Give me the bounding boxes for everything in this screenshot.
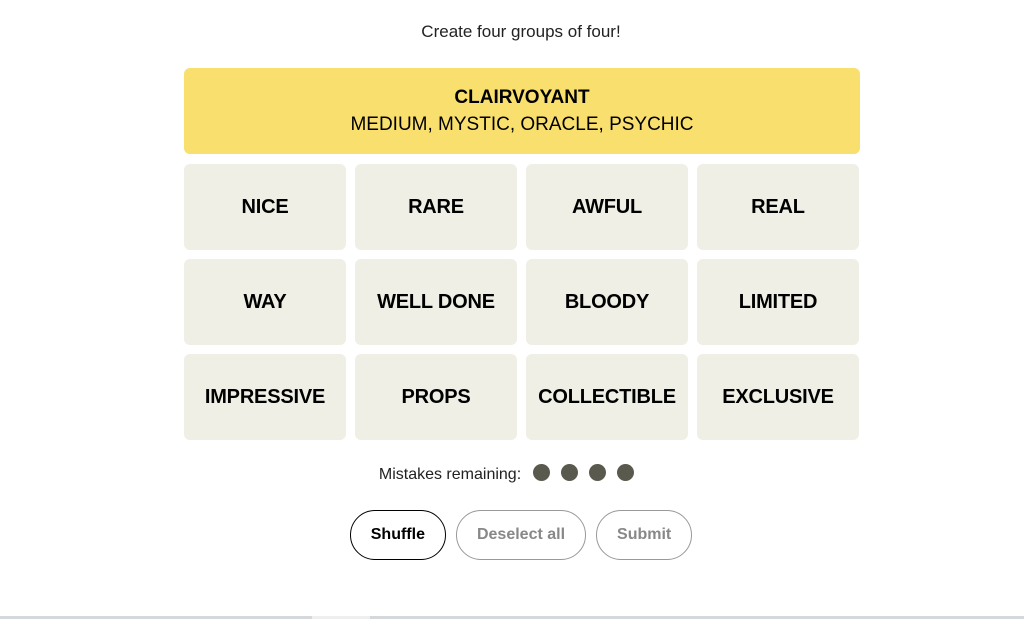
solved-group-category: CLAIRVOYANT — [454, 87, 590, 108]
word-tile[interactable]: WELL DONE — [355, 259, 517, 345]
word-tile[interactable]: WAY — [184, 259, 346, 345]
word-tile[interactable]: REAL — [697, 164, 859, 250]
mistake-dots — [533, 464, 645, 486]
mistake-dot — [589, 464, 607, 481]
word-tile[interactable]: BLOODY — [526, 259, 688, 345]
mistake-dot — [617, 464, 635, 481]
mistakes-label: Mistakes remaining: — [378, 466, 522, 483]
game-instructions: Create four groups of four! — [421, 22, 621, 41]
word-tile[interactable]: EXCLUSIVE — [697, 354, 859, 440]
word-grid: NICE RARE AWFUL REAL WAY WELL DONE BLOOD… — [184, 164, 860, 440]
word-tile[interactable]: NICE — [184, 164, 346, 250]
word-tile[interactable]: AWFUL — [526, 164, 688, 250]
word-tile[interactable]: PROPS — [355, 354, 517, 440]
word-tile[interactable]: IMPRESSIVE — [184, 354, 346, 440]
deselect-all-button[interactable]: Deselect all — [455, 510, 587, 560]
shuffle-button[interactable]: Shuffle — [349, 510, 446, 560]
mistakes-remaining: Mistakes remaining: — [0, 464, 1024, 486]
word-tile[interactable]: COLLECTIBLE — [526, 354, 688, 440]
word-tile[interactable]: RARE — [355, 164, 517, 250]
mistake-dot — [533, 464, 551, 481]
submit-button[interactable]: Submit — [596, 510, 693, 560]
mistake-dot — [561, 464, 579, 481]
solved-group-banner: CLAIRVOYANT MEDIUM, MYSTIC, ORACLE, PSYC… — [184, 68, 860, 154]
action-buttons: Shuffle Deselect all Submit — [0, 510, 1024, 560]
word-tile[interactable]: LIMITED — [697, 259, 859, 345]
solved-group-words: MEDIUM, MYSTIC, ORACLE, PSYCHIC — [350, 114, 694, 135]
